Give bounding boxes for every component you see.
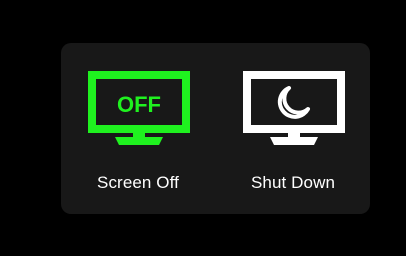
power-options-panel: OFF Screen Off Shut Down <box>61 43 370 214</box>
off-screen-text: OFF <box>117 92 161 117</box>
monitor-sleep-moon-icon <box>243 71 345 145</box>
moon-icon <box>277 86 310 119</box>
monitor-off-icon: OFF <box>88 71 190 145</box>
screen-off-label: Screen Off <box>97 173 179 192</box>
shut-down-label: Shut Down <box>250 173 336 192</box>
screen-off-button[interactable]: OFF Screen Off <box>61 43 215 214</box>
shut-down-button[interactable]: Shut Down <box>216 43 370 214</box>
